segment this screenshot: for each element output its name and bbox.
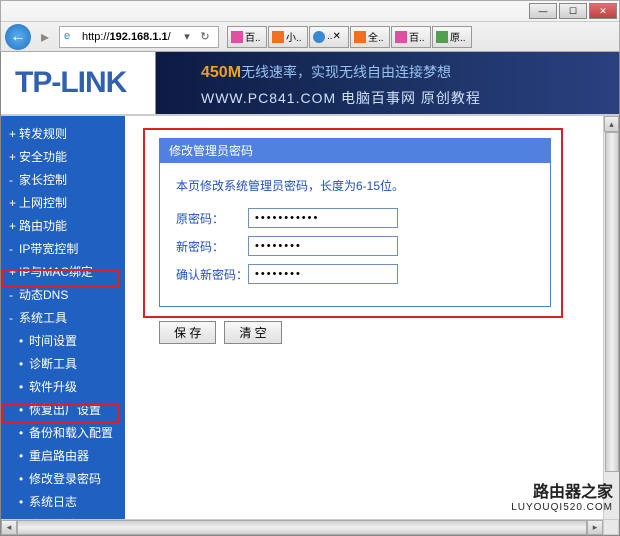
back-button[interactable]: ←: [5, 24, 31, 50]
favicon-icon: [231, 31, 243, 43]
url-text: http://192.168.1.1/: [82, 31, 178, 43]
scroll-left-icon[interactable]: ◂: [1, 520, 17, 535]
sidebar-item-forward-rules[interactable]: +转发规则: [1, 122, 125, 145]
resize-corner: [603, 519, 619, 535]
sidebar-item-factory[interactable]: •恢复出厂设置: [1, 398, 125, 421]
close-button[interactable]: ✕: [589, 3, 617, 19]
favicon-icon: [354, 31, 366, 43]
page-content: TP-LINK 450M无线速率，实现无线自由连接梦想 WWW.PC841.CO…: [0, 52, 620, 536]
sidebar-item-bandwidth[interactable]: -IP带宽控制: [1, 237, 125, 260]
tab-5[interactable]: 原..: [432, 26, 472, 48]
url-dropdown-icon[interactable]: ▾: [178, 28, 196, 46]
panel-title: 修改管理员密码: [159, 138, 551, 163]
browser-window: — ☐ ✕ ← ▸ e http://192.168.1.1/ ▾ ↻ 百.. …: [0, 0, 620, 52]
new-password-label: 新密码：: [176, 238, 248, 255]
orig-password-input[interactable]: [248, 208, 398, 228]
sidebar: +转发规则 +安全功能 -家长控制 +上网控制 +路由功能 -IP带宽控制 +I…: [1, 116, 125, 535]
sidebar-item-security[interactable]: +安全功能: [1, 145, 125, 168]
tab-4[interactable]: 百..: [391, 26, 431, 48]
banner-headline: 450M无线速率，实现无线自由连接梦想: [201, 62, 451, 82]
sidebar-item-change-password[interactable]: •修改登录密码: [1, 467, 125, 490]
favicon-icon: [272, 31, 284, 43]
horizontal-scrollbar[interactable]: ◂ ▸: [1, 519, 603, 535]
favicon-icon: [313, 31, 325, 43]
ie-icon: e: [64, 30, 78, 44]
new-password-input[interactable]: [248, 236, 398, 256]
vertical-scrollbar[interactable]: ▴ ▾: [603, 116, 619, 535]
tab-1[interactable]: 小..: [268, 26, 308, 48]
sidebar-item-ipmac[interactable]: +IP与MAC绑定: [1, 260, 125, 283]
logo: TP-LINK: [15, 66, 126, 100]
main-layout: +转发规则 +安全功能 -家长控制 +上网控制 +路由功能 -IP带宽控制 +I…: [1, 116, 619, 535]
banner: TP-LINK 450M无线速率，实现无线自由连接梦想 WWW.PC841.CO…: [1, 52, 619, 116]
confirm-password-label: 确认新密码：: [176, 266, 248, 283]
sidebar-item-backup[interactable]: •备份和载入配置: [1, 421, 125, 444]
tab-2[interactable]: ..✕: [309, 26, 349, 48]
sidebar-item-ddns[interactable]: -动态DNS: [1, 283, 125, 306]
tab-3[interactable]: 全..: [350, 26, 390, 48]
scroll-thumb[interactable]: [17, 520, 587, 535]
sidebar-item-parental[interactable]: -家长控制: [1, 168, 125, 191]
address-bar[interactable]: e http://192.168.1.1/ ▾ ↻: [59, 26, 219, 48]
password-panel: 修改管理员密码 本页修改系统管理员密码，长度为6-15位。 原密码： 新密码： …: [159, 138, 551, 307]
save-button[interactable]: 保 存: [159, 321, 216, 344]
tab-strip: 百.. 小.. ..✕ 全.. 百.. 原..: [227, 26, 472, 48]
content-area: 修改管理员密码 本页修改系统管理员密码，长度为6-15位。 原密码： 新密码： …: [125, 116, 619, 535]
sidebar-item-routing[interactable]: +路由功能: [1, 214, 125, 237]
clear-button[interactable]: 清 空: [224, 321, 281, 344]
panel-description: 本页修改系统管理员密码，长度为6-15位。: [176, 177, 534, 194]
favicon-icon: [395, 31, 407, 43]
sidebar-item-upgrade[interactable]: •软件升级: [1, 375, 125, 398]
banner-subtitle: WWW.PC841.COM 电脑百事网 原创教程: [201, 88, 481, 108]
minimize-button[interactable]: —: [529, 3, 557, 19]
forward-button[interactable]: ▸: [35, 27, 55, 47]
sidebar-item-time[interactable]: •时间设置: [1, 329, 125, 352]
maximize-button[interactable]: ☐: [559, 3, 587, 19]
titlebar: — ☐ ✕: [1, 1, 619, 21]
sidebar-item-access-control[interactable]: +上网控制: [1, 191, 125, 214]
sidebar-item-system-tools[interactable]: -系统工具: [1, 306, 125, 329]
watermark: 路由器之家 LUYOUQI520.COM: [511, 478, 613, 513]
nav-bar: ← ▸ e http://192.168.1.1/ ▾ ↻ 百.. 小.. ..…: [1, 21, 619, 51]
favicon-icon: [436, 31, 448, 43]
tab-0[interactable]: 百..: [227, 26, 267, 48]
orig-password-label: 原密码：: [176, 210, 248, 227]
refresh-icon[interactable]: ↻: [196, 28, 214, 46]
scroll-right-icon[interactable]: ▸: [587, 520, 603, 535]
sidebar-item-reboot[interactable]: •重启路由器: [1, 444, 125, 467]
confirm-password-input[interactable]: [248, 264, 398, 284]
scroll-up-icon[interactable]: ▴: [604, 116, 619, 132]
sidebar-item-syslog[interactable]: •系统日志: [1, 490, 125, 513]
scroll-thumb[interactable]: [605, 132, 619, 472]
sidebar-item-diagnostic[interactable]: •诊断工具: [1, 352, 125, 375]
